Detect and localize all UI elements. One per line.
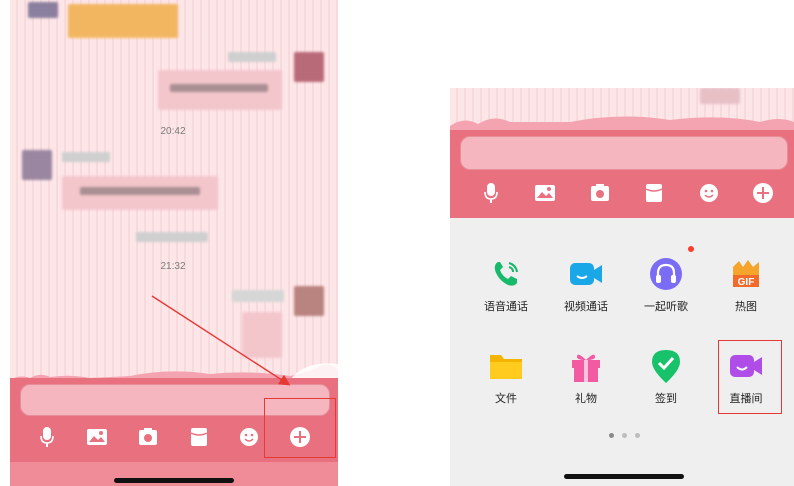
photo-icon[interactable] — [534, 182, 556, 204]
app-label: 签到 — [655, 393, 677, 405]
microphone-icon[interactable] — [480, 182, 502, 204]
app-gif[interactable]: GIF 热图 — [706, 256, 786, 314]
home-indicator[interactable] — [564, 474, 684, 479]
app-video-call[interactable]: 视频通话 — [546, 256, 626, 314]
emoji-icon[interactable] — [698, 182, 720, 204]
page-dot[interactable] — [622, 433, 627, 438]
app-listen-together[interactable]: 一起听歌 — [626, 256, 706, 314]
gift-icon — [568, 348, 604, 384]
svg-text:GIF: GIF — [738, 277, 755, 288]
app-label: 语音通话 — [484, 301, 528, 313]
app-label: 一起听歌 — [644, 301, 688, 313]
page-dot[interactable] — [635, 433, 640, 438]
app-file[interactable]: 文件 — [466, 348, 546, 406]
message-input[interactable] — [460, 136, 788, 170]
camera-icon[interactable] — [589, 182, 611, 204]
app-checkin[interactable]: 签到 — [626, 348, 706, 406]
voice-call-icon — [488, 256, 524, 292]
checkin-icon — [648, 348, 684, 384]
app-label: 视频通话 — [564, 301, 608, 313]
app-label: 礼物 — [575, 393, 597, 405]
red-packet-icon[interactable] — [643, 182, 665, 204]
gif-icon: GIF — [728, 256, 764, 292]
plus-icon[interactable] — [752, 182, 774, 204]
app-label: 文件 — [495, 393, 517, 405]
folder-icon — [488, 348, 524, 384]
highlight-box — [718, 340, 782, 414]
headphones-icon — [648, 256, 684, 292]
video-call-icon — [568, 256, 604, 292]
avatar — [700, 88, 740, 104]
right-phone-screen: 语音通话 视频通话 一起听歌 GIF 热图 文件 礼物 签到 直播间 — [450, 88, 794, 486]
page-dot-active[interactable] — [609, 433, 614, 438]
notification-badge — [688, 246, 694, 252]
app-label: 热图 — [735, 301, 757, 313]
app-voice-call[interactable]: 语音通话 — [466, 256, 546, 314]
app-gift[interactable]: 礼物 — [546, 348, 626, 406]
